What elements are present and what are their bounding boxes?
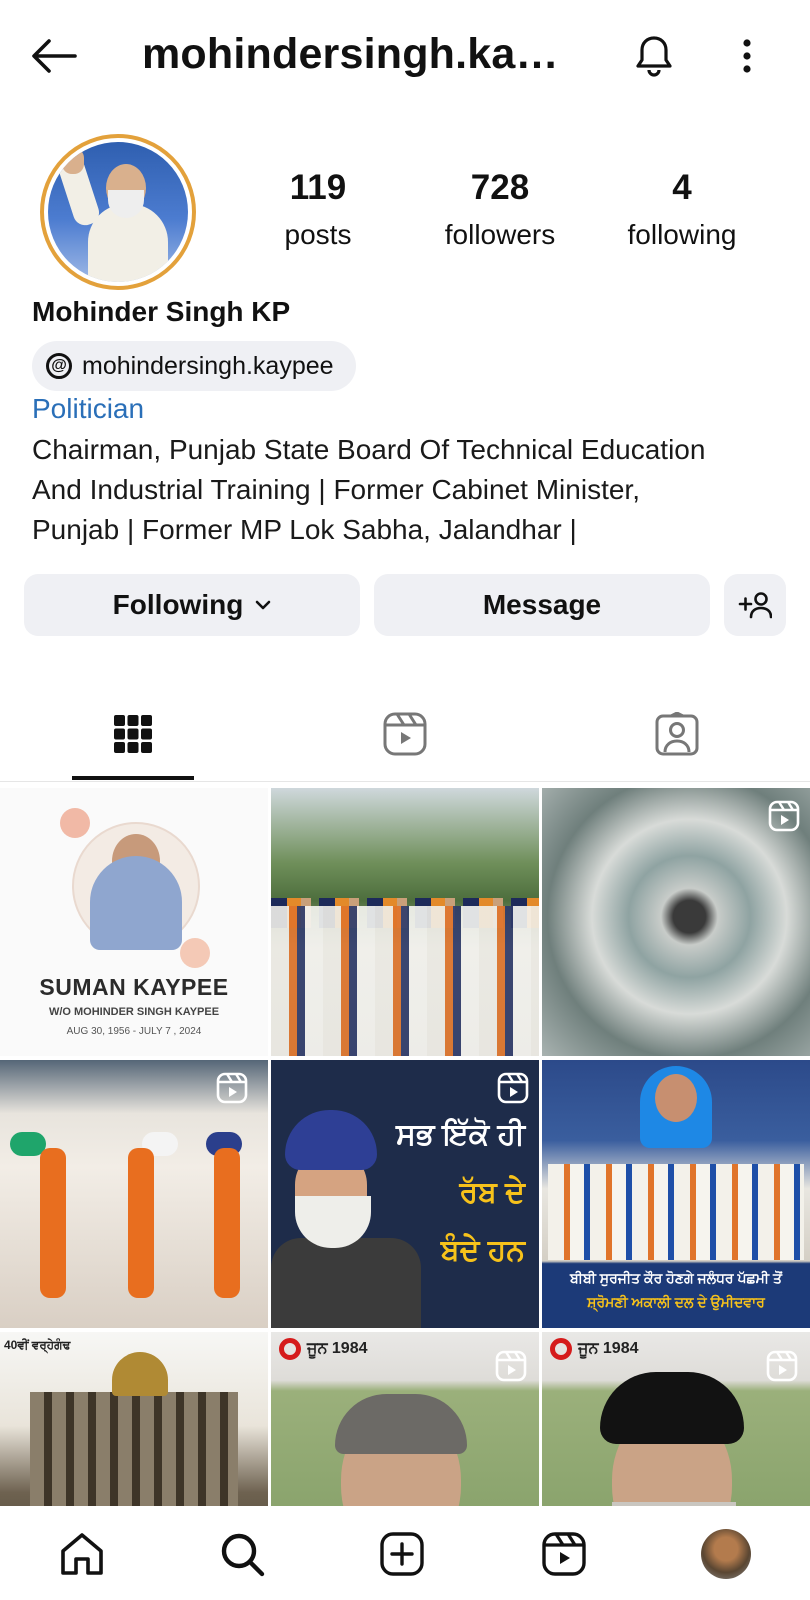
tagged-icon — [655, 712, 699, 756]
nav-reels[interactable] — [534, 1524, 594, 1584]
chevron-down-icon — [256, 600, 271, 610]
post-tag: 40ਵੀਂ ਵਰ੍ਹੇਗੰਢ — [4, 1338, 71, 1352]
grid-post-8[interactable]: ਜੂਨ 1984 — [271, 1332, 539, 1506]
posts-label: posts — [284, 219, 352, 250]
more-vertical-icon — [743, 39, 751, 73]
post-text-line: ਬੰਦੇ ਹਨ — [440, 1234, 525, 1267]
reel-icon — [766, 1350, 798, 1382]
following-stat[interactable]: 4 following — [612, 170, 752, 251]
nav-search[interactable] — [212, 1524, 272, 1584]
grid-post-2[interactable] — [271, 788, 539, 1056]
nav-create[interactable] — [372, 1524, 432, 1584]
bio-line: Punjab | Former MP Lok Sabha, Jalandhar … — [32, 514, 577, 545]
grid-icon — [114, 715, 152, 753]
grid-post-4[interactable] — [0, 1060, 268, 1328]
post-caption: ਸ਼੍ਰੋਮਣੀ ਅਕਾਲੀ ਦਲ ਦੇ ਉਮੀਦਵਾਰ — [587, 1294, 765, 1310]
notifications-button[interactable] — [628, 30, 680, 82]
grid-post-7[interactable]: 40ਵੀਂ ਵਰ੍ਹੇਗੰਢ — [0, 1332, 268, 1506]
posts-grid: SUMAN KAYPEE W/O MOHINDER SINGH KAYPEE A… — [0, 788, 810, 1506]
reel-icon — [497, 1072, 529, 1104]
more-options-button[interactable] — [725, 34, 769, 78]
posts-stat[interactable]: 119 posts — [268, 170, 368, 251]
reels-icon — [383, 712, 427, 756]
grid-post-6[interactable]: ਬੀਬੀ ਸੁਰਜੀਤ ਕੌਰ ਹੋਣਗੇ ਜਲੰਧਰ ਪੱਛਮੀ ਤੋਂ ਸ਼… — [542, 1060, 810, 1328]
profile-category[interactable]: Politician — [32, 393, 144, 425]
reels-icon — [542, 1532, 586, 1576]
following-button[interactable]: Following — [24, 574, 360, 636]
post-label: ਜੂਨ 1984 — [279, 1338, 368, 1360]
grid-post-9[interactable]: ਜੂਨ 1984 — [542, 1332, 810, 1506]
suggested-users-button[interactable] — [724, 574, 786, 636]
grid-post-1[interactable]: SUMAN KAYPEE W/O MOHINDER SINGH KAYPEE A… — [0, 788, 268, 1056]
tab-tagged[interactable] — [617, 690, 737, 778]
reel-icon — [495, 1350, 527, 1382]
followers-label: followers — [444, 219, 556, 250]
posts-count: 119 — [289, 168, 347, 207]
followers-stat[interactable]: 728 followers — [430, 170, 570, 251]
threads-icon: @ — [46, 353, 72, 379]
arrow-left-icon — [32, 39, 77, 73]
followers-count: 728 — [470, 168, 530, 207]
profile-photo — [48, 142, 188, 282]
post-text-line: ਰੱਬ ਦੇ — [459, 1176, 525, 1209]
post-text-line: ਸਭ ਇੱਕੋ ਹੀ — [395, 1118, 525, 1151]
reel-icon — [216, 1072, 248, 1104]
bio-line: Chairman, Punjab State Board Of Technica… — [32, 434, 706, 465]
profile-bio: Chairman, Punjab State Board Of Technica… — [32, 430, 782, 550]
message-button-label: Message — [482, 589, 602, 620]
post-caption: ਬੀਬੀ ਸੁਰਜੀਤ ਕੌਰ ਹੋਣਗੇ ਜਲੰਧਰ ਪੱਛਮੀ ਤੋਂ — [570, 1270, 782, 1286]
reel-icon — [768, 800, 800, 832]
profile-avatar[interactable] — [40, 134, 196, 290]
active-tab-indicator — [72, 776, 194, 780]
profile-username-title: mohindersingh.kayp... — [142, 30, 582, 78]
add-user-icon — [738, 592, 772, 619]
search-icon — [221, 1533, 265, 1577]
tab-posts-grid[interactable] — [73, 690, 193, 778]
bottom-navigation — [0, 1508, 810, 1600]
tab-reels[interactable] — [345, 690, 465, 778]
bell-icon — [636, 36, 672, 77]
bio-line: And Industrial Training | Former Cabinet… — [32, 474, 640, 505]
following-button-label: Following — [112, 589, 244, 620]
home-icon — [61, 1533, 103, 1575]
profile-full-name: Mohinder Singh KP — [32, 296, 291, 327]
post-label: ਜੂਨ 1984 — [550, 1338, 639, 1360]
profile-tabs — [0, 690, 810, 782]
post-subtitle: W/O MOHINDER SINGH KAYPEE — [48, 1006, 220, 1018]
post-title: SUMAN KAYPEE — [39, 974, 229, 1000]
grid-post-5[interactable]: ਸਭ ਇੱਕੋ ਹੀ ਰੱਬ ਦੇ ਬੰਦੇ ਹਨ — [271, 1060, 539, 1328]
back-button[interactable] — [30, 34, 78, 78]
nav-profile[interactable] — [696, 1524, 756, 1584]
threads-badge[interactable]: @ mohindersingh.kaypee — [32, 341, 356, 391]
nav-home[interactable] — [52, 1524, 112, 1584]
threads-handle: mohindersingh.kaypee — [82, 351, 334, 380]
top-bar: mohindersingh.kayp... — [0, 0, 810, 112]
post-dates: AUG 30, 1956 - JULY 7 , 2024 — [66, 1026, 202, 1037]
grid-post-3[interactable] — [542, 788, 810, 1056]
create-icon — [380, 1532, 424, 1576]
following-count: 4 — [672, 168, 692, 207]
profile-avatar-icon — [701, 1529, 751, 1579]
following-label: following — [627, 219, 737, 250]
message-button[interactable]: Message — [374, 574, 710, 636]
